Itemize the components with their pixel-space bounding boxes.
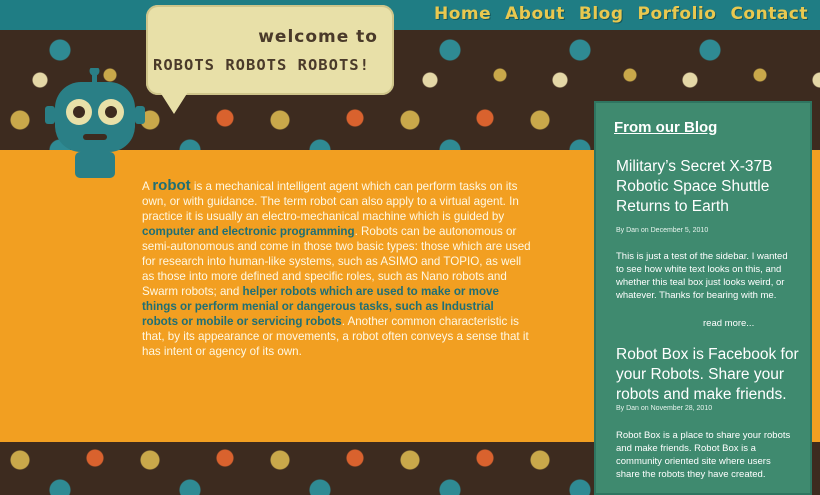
- intro-text-1: is a mechanical intelligent agent which …: [142, 180, 519, 223]
- intro-paragraph: A robot is a mechanical intelligent agen…: [142, 178, 532, 359]
- nav-contact-link[interactable]: Contact: [730, 4, 808, 24]
- robot-mascot-icon: [45, 68, 145, 178]
- post-body-2: Robot Box is a place to share your robot…: [616, 430, 791, 480]
- welcome-speech-bubble: welcome to ROBOTS ROBOTS ROBOTS!: [146, 5, 394, 95]
- intro-text-a: A: [142, 180, 153, 193]
- post-date-2: By Dan on November 28, 2010: [616, 405, 713, 412]
- nav-home-link[interactable]: Home: [434, 4, 491, 24]
- main-nav: Home About Blog Porfolio Contact: [434, 4, 808, 24]
- nav-portfolio-link[interactable]: Porfolio: [638, 4, 717, 24]
- site-title: ROBOTS ROBOTS ROBOTS!: [153, 56, 370, 74]
- speech-bubble-tail: [160, 92, 188, 114]
- sidebar-heading[interactable]: From our Blog: [614, 119, 717, 136]
- post-title-2[interactable]: Robot Box is Facebook for your Robots. S…: [616, 345, 806, 405]
- post-date-1: By Dan on December 5, 2010: [616, 227, 709, 234]
- post-body-1: This is just a test of the sidebar. I wa…: [616, 251, 788, 301]
- nav-blog-link[interactable]: Blog: [579, 4, 624, 24]
- post-title-1[interactable]: Military’s Secret X-37B Robotic Space Sh…: [616, 157, 806, 217]
- nav-about-link[interactable]: About: [505, 4, 565, 24]
- top-navigation-bar: Home About Blog Porfolio Contact: [0, 0, 820, 30]
- welcome-text: welcome to: [258, 27, 378, 47]
- robot-keyword-link[interactable]: robot: [152, 177, 190, 194]
- programming-link[interactable]: computer and electronic programming: [142, 225, 355, 238]
- read-more-link[interactable]: read more...: [703, 318, 754, 329]
- blog-sidebar: From our Blog Military’s Secret X-37B Ro…: [594, 101, 812, 495]
